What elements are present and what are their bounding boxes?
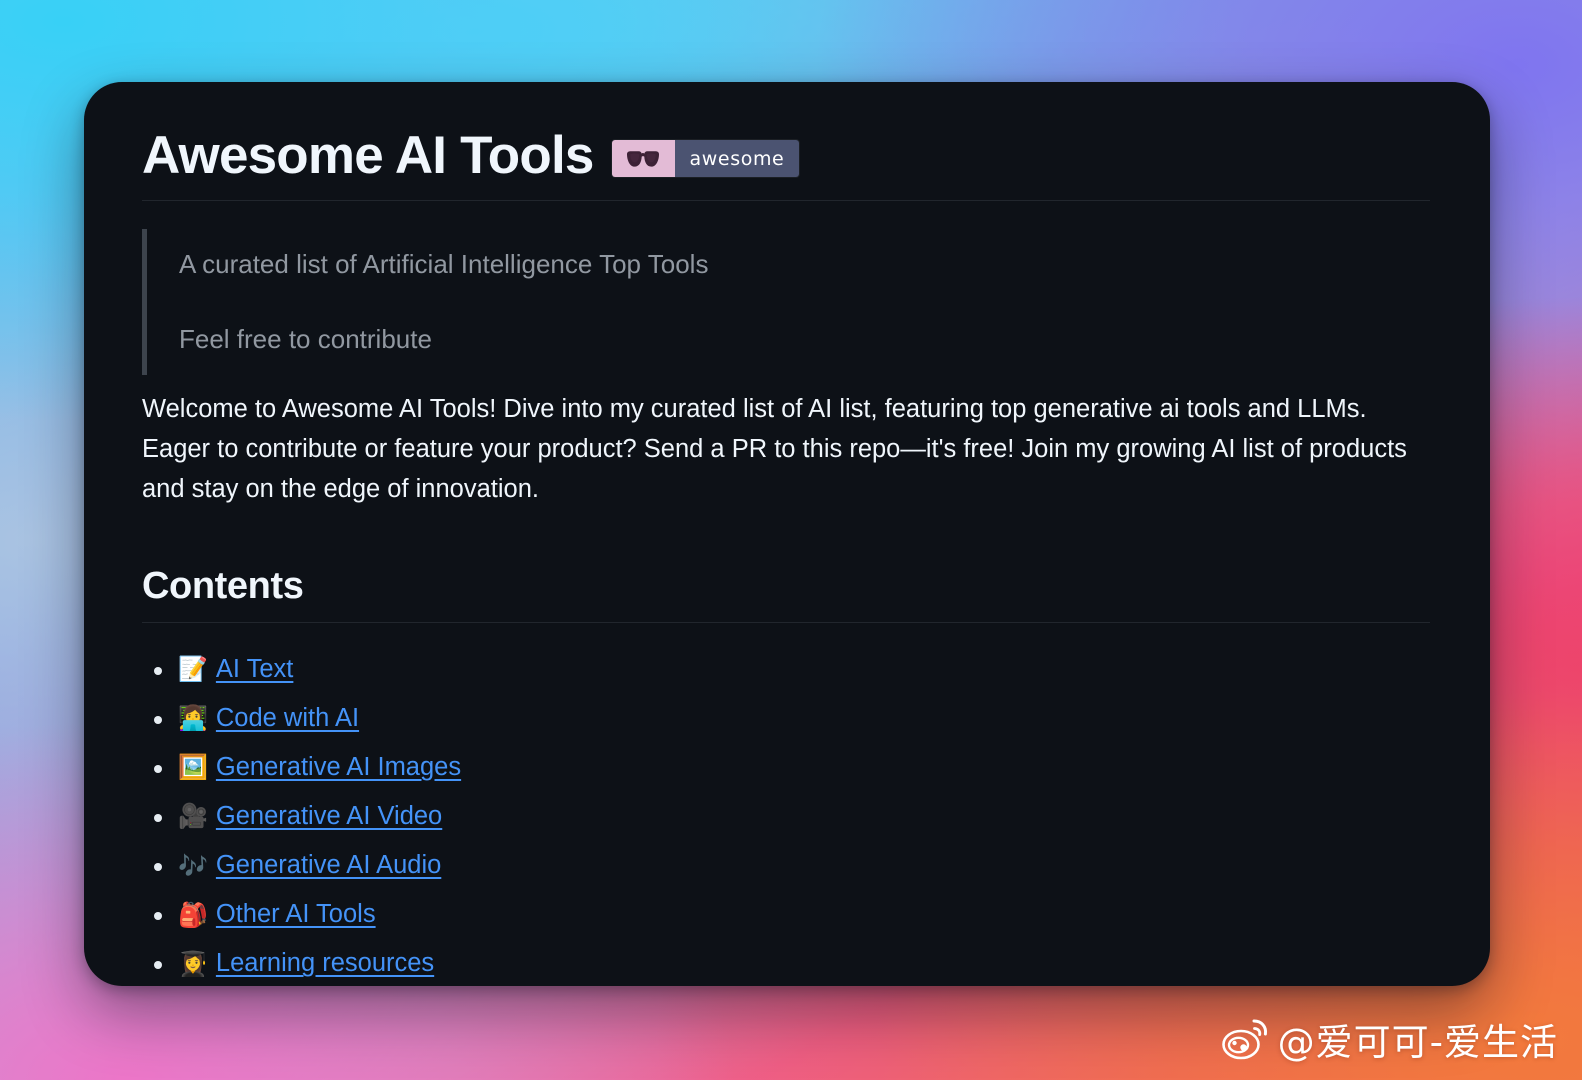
- list-item: 🎥 Generative AI Video: [154, 800, 1430, 833]
- awesome-badge[interactable]: awesome: [611, 140, 800, 178]
- watermark-handle: @爱可可-爱生活: [1277, 1021, 1558, 1064]
- woman-technologist-icon: 👩‍💻: [178, 704, 208, 733]
- list-item: 👩‍💻 Code with AI: [154, 702, 1430, 735]
- title-divider: [142, 199, 1430, 201]
- tagline-line-2: Feel free to contribute: [179, 323, 432, 354]
- musical-notes-icon: 🎶: [178, 851, 208, 880]
- contents-link-generative-ai-images[interactable]: Generative AI Images: [216, 751, 461, 784]
- title-row: Awesome AI Tools awesome: [142, 128, 1430, 200]
- memo-icon: 📝: [178, 655, 208, 684]
- list-item: 🎶 Generative AI Audio: [154, 849, 1430, 882]
- movie-camera-icon: 🎥: [178, 802, 208, 831]
- awesome-badge-label-wrap: awesome: [674, 140, 800, 178]
- framed-picture-icon: 🖼️: [178, 753, 208, 782]
- page-title: Awesome AI Tools: [142, 126, 594, 185]
- sunglasses-icon: [611, 140, 675, 178]
- contents-link-generative-ai-video[interactable]: Generative AI Video: [216, 800, 442, 833]
- list-item: 👩‍🎓 Learning resources: [154, 947, 1430, 980]
- awesome-badge-label: awesome: [689, 147, 785, 170]
- intro-paragraph: Welcome to Awesome AI Tools! Dive into m…: [142, 394, 1407, 503]
- contents-link-ai-text[interactable]: AI Text: [216, 653, 293, 686]
- contents-link-learning-resources[interactable]: Learning resources: [216, 947, 434, 980]
- list-item: 🎒 Other AI Tools: [154, 898, 1430, 931]
- watermark: @爱可可-爱生活: [1221, 1012, 1558, 1066]
- contents-heading: Contents: [142, 564, 304, 607]
- contents-link-code-with-ai[interactable]: Code with AI: [216, 702, 359, 735]
- contents-link-generative-ai-audio[interactable]: Generative AI Audio: [216, 849, 441, 882]
- contents-list: 📝 AI Text 👩‍💻 Code with AI 🖼️ Generative…: [142, 653, 1430, 980]
- backpack-icon: 🎒: [178, 900, 208, 929]
- weibo-logo-icon: [1221, 1018, 1268, 1060]
- woman-student-icon: 👩‍🎓: [178, 949, 208, 978]
- readme-card: Awesome AI Tools awesome A curated list …: [84, 82, 1490, 986]
- contents-link-other-ai-tools[interactable]: Other AI Tools: [216, 898, 376, 931]
- contents-divider: [142, 621, 1430, 623]
- tagline-blockquote: A curated list of Artificial Intelligenc…: [142, 228, 1430, 375]
- tagline-line-1: A curated list of Artificial Intelligenc…: [179, 248, 709, 279]
- list-item: 🖼️ Generative AI Images: [154, 751, 1430, 784]
- list-item: 📝 AI Text: [154, 653, 1430, 686]
